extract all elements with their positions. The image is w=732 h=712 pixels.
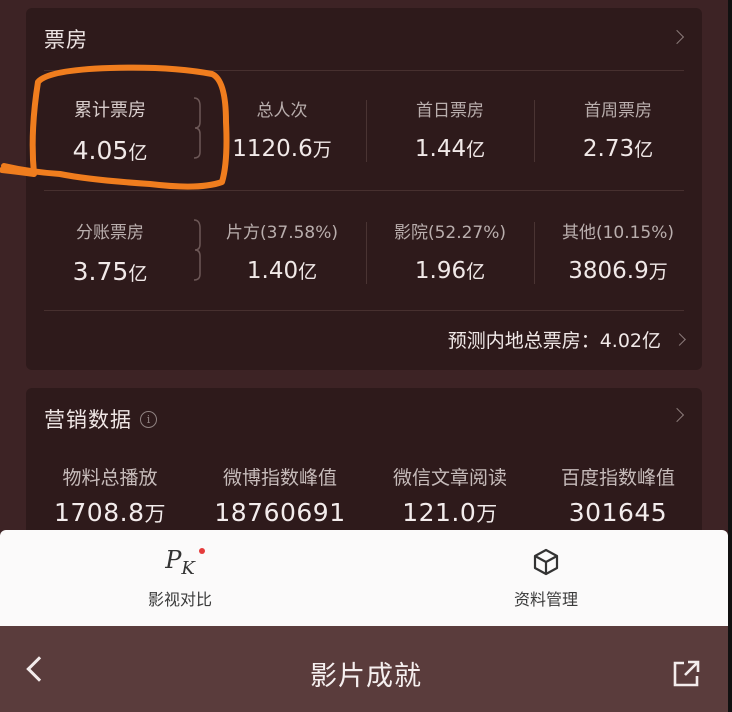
- materials-label: 资料管理: [513, 590, 578, 609]
- boxoffice-title: 票房: [44, 28, 88, 52]
- forecast-link[interactable]: 预测内地总票房：4.02亿: [447, 326, 686, 353]
- marketing-header[interactable]: 营销数据 i: [26, 388, 702, 450]
- stat-value: 1708.8万: [54, 498, 166, 527]
- stat-label: 百度指数峰值: [560, 467, 675, 489]
- stat-label: 微博指数峰值: [222, 467, 337, 489]
- stat-value: 1.96亿: [414, 258, 486, 284]
- stat-label: 微信文章阅读: [392, 467, 507, 489]
- materials-button[interactable]: 资料管理: [456, 544, 636, 610]
- stat-baidu-peak: 百度指数峰值 301645: [534, 463, 702, 527]
- stat-value: 3806.9万: [568, 258, 668, 284]
- stat-material-plays: 物料总播放 1708.8万: [26, 463, 194, 528]
- divider: [44, 310, 684, 311]
- stat-value: 2.73亿: [582, 136, 654, 162]
- stat-total-admissions: 总人次 1120.6万: [198, 96, 366, 162]
- stat-cumulative-boxoffice: 累计票房 4.05亿: [26, 96, 194, 165]
- notification-dot: [198, 547, 205, 554]
- boxoffice-header[interactable]: 票房: [26, 8, 702, 70]
- stat-label: 影院(52.27%): [393, 223, 507, 243]
- stat-value: 1.44亿: [414, 136, 486, 162]
- pk-compare-icon: PK: [165, 546, 205, 578]
- chevron-right-icon: [669, 29, 685, 45]
- stat-label: 首周票房: [584, 101, 652, 121]
- stat-value: 1.40亿: [246, 258, 318, 284]
- action-panel: PK 影视对比 资料管理: [0, 530, 728, 626]
- chevron-right-icon: [669, 407, 685, 423]
- compare-button[interactable]: PK 影视对比: [90, 544, 270, 610]
- divider: [44, 190, 684, 191]
- stat-value: 1120.6万: [232, 136, 332, 162]
- marketing-card: 营销数据 i 物料总播放 1708.8万 微博指数峰值 18760691 微信文…: [26, 388, 702, 548]
- cube-icon: [533, 548, 559, 576]
- stat-label: 片方(37.58%): [225, 223, 339, 243]
- stat-cinema-share: 影院(52.27%) 1.96亿: [366, 218, 534, 284]
- stat-label: 物料总播放: [62, 467, 158, 489]
- chevron-right-icon: [673, 333, 686, 346]
- stat-label: 其他(10.15%): [561, 223, 675, 243]
- stat-value: 121.0万: [402, 498, 498, 527]
- stat-label: 首日票房: [416, 101, 484, 121]
- stat-label: 累计票房: [74, 100, 146, 121]
- bottom-nav-bar: 影片成就: [0, 626, 732, 712]
- stat-first-day: 首日票房 1.44亿: [366, 96, 534, 162]
- stat-value: 301645: [568, 498, 668, 527]
- stat-value: 3.75亿: [72, 257, 148, 286]
- stat-weibo-peak: 微博指数峰值 18760691: [196, 463, 364, 527]
- screen-edge: [728, 0, 732, 712]
- stat-wechat-reads: 微信文章阅读 121.0万: [366, 463, 534, 528]
- boxoffice-card: 票房 累计票房 4.05亿 总人次 1120.6万 首日票房 1.44亿 首周票…: [26, 8, 702, 370]
- stat-label: 总人次: [256, 101, 308, 121]
- stat-label: 分账票房: [76, 223, 144, 243]
- stat-value: 18760691: [214, 498, 346, 527]
- page-title: 影片成就: [310, 661, 422, 692]
- divider: [44, 70, 684, 71]
- stat-split-boxoffice: 分账票房 3.75亿: [26, 218, 194, 286]
- info-icon[interactable]: i: [140, 410, 157, 428]
- stat-value: 4.05亿: [72, 136, 148, 165]
- stat-first-week: 首周票房 2.73亿: [534, 96, 702, 162]
- share-external-icon[interactable]: [670, 658, 702, 690]
- stat-producer-share: 片方(37.58%) 1.40亿: [198, 218, 366, 284]
- stat-other-share: 其他(10.15%) 3806.9万: [534, 218, 702, 284]
- marketing-title: 营销数据: [44, 408, 132, 432]
- compare-label: 影视对比: [147, 590, 212, 609]
- forecast-text: 预测内地总票房：4.02亿: [447, 330, 661, 352]
